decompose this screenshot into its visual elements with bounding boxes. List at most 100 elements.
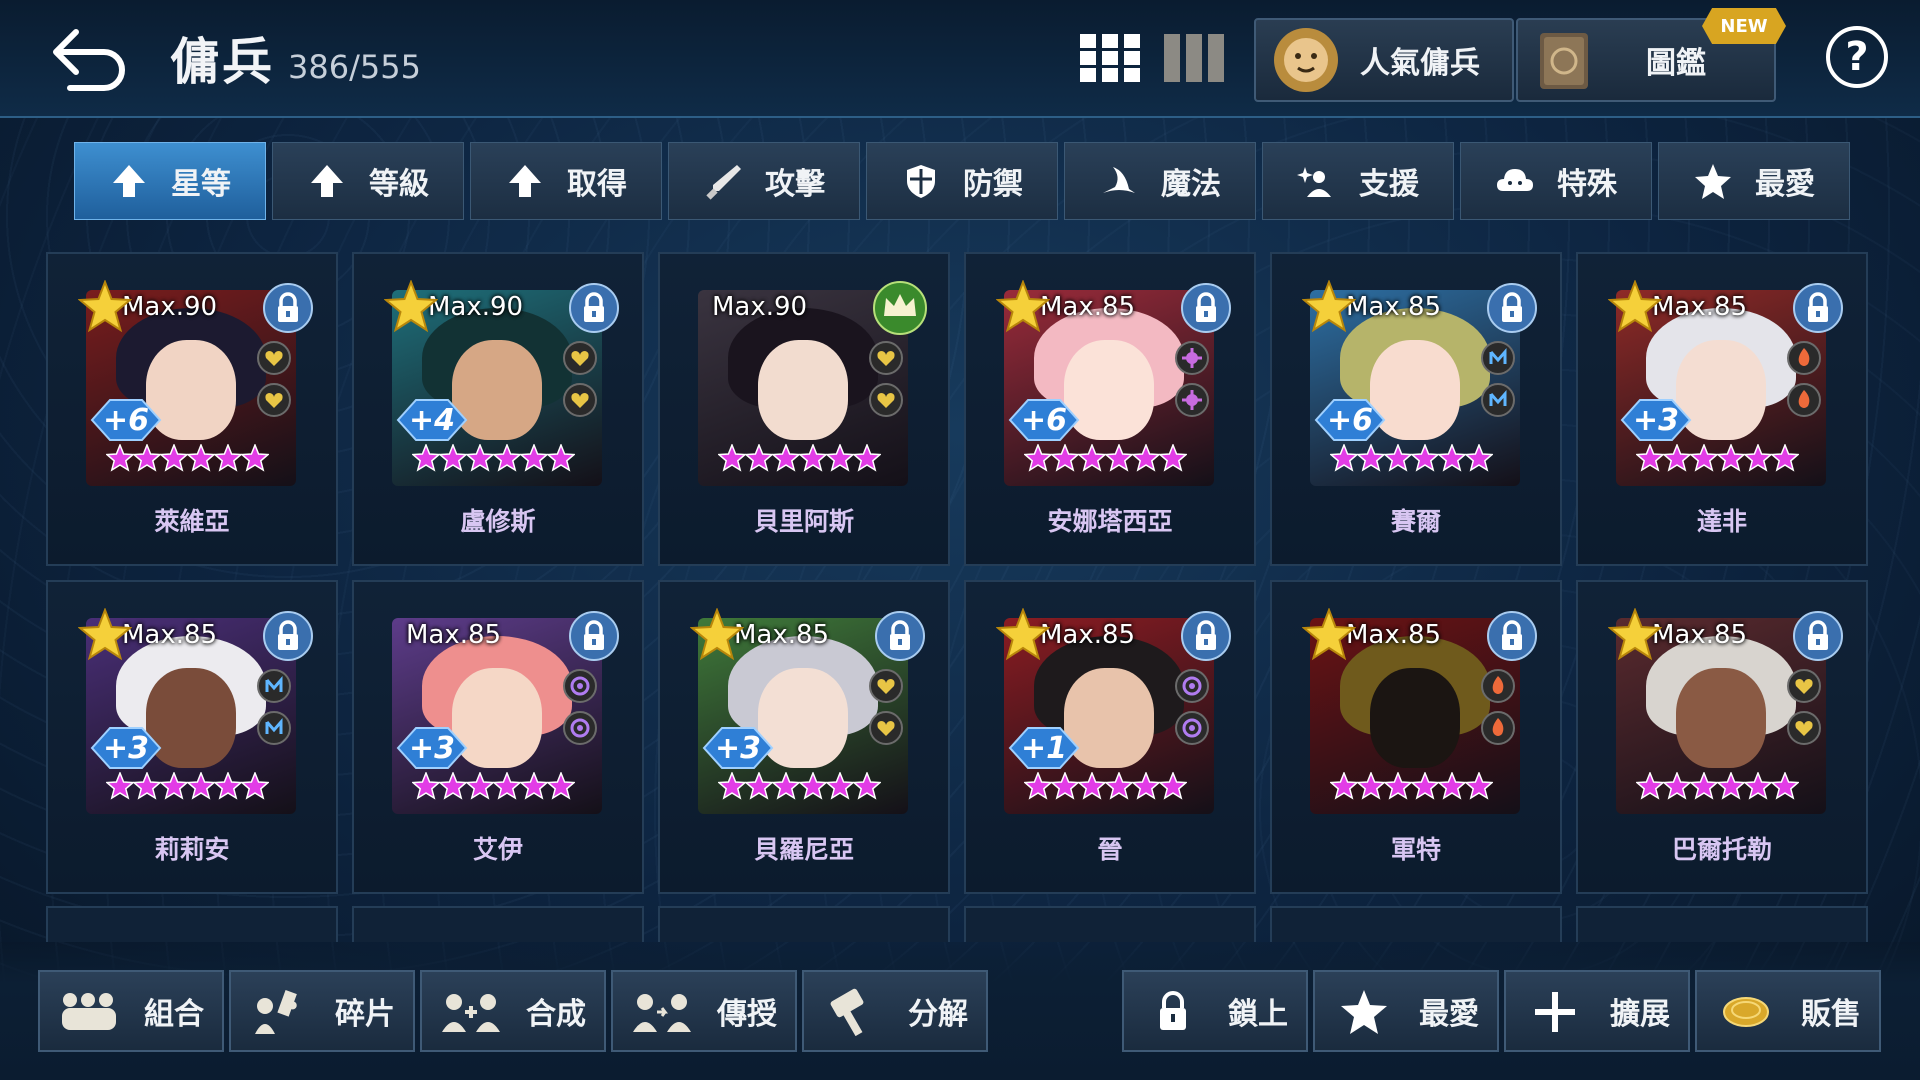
sort-tab-3[interactable]: 攻擊: [668, 142, 860, 220]
button-icon-wrap: [1524, 986, 1586, 1036]
mercenary-card[interactable]: Max.85 +1 晉: [964, 580, 1256, 894]
merge-icon: [442, 994, 500, 1032]
mercenary-card[interactable]: Max.85 巴爾托勒: [1576, 580, 1868, 894]
manage-button-2[interactable]: 擴展: [1504, 970, 1690, 1052]
sort-tab-7[interactable]: 特殊: [1460, 142, 1652, 220]
partial-card[interactable]: [658, 906, 950, 942]
enhance-plus-text: +6: [1326, 402, 1373, 438]
lock-icon: [1181, 611, 1231, 661]
sort-tab-1[interactable]: 等級: [272, 142, 464, 220]
button-icon-wrap: [1142, 986, 1204, 1036]
red-flame-gem-icon: [1787, 341, 1821, 375]
partial-card[interactable]: [1270, 906, 1562, 942]
red-flame-gem-icon: [1787, 383, 1821, 417]
enhance-plus-text: +1: [1020, 730, 1067, 766]
tab-icon-wrap: [307, 161, 347, 201]
button-icon-wrap: [440, 986, 502, 1036]
max-level-label: Max.85: [1652, 620, 1748, 650]
back-button[interactable]: [46, 22, 136, 92]
rank-star-icon: [106, 444, 134, 472]
mercenary-card[interactable]: Max.85 +3 貝羅尼亞: [658, 580, 950, 894]
tab-icon-wrap: [1099, 161, 1139, 201]
partial-card[interactable]: [46, 906, 338, 942]
action-button-4[interactable]: 分解: [802, 970, 988, 1052]
popular-mercenary-button[interactable]: 人氣傭兵: [1254, 18, 1514, 102]
crown-icon: [873, 281, 927, 335]
star-rank: [412, 444, 582, 482]
column-view-icon: [1164, 34, 1224, 82]
mercenary-card[interactable]: Max.90 貝里阿斯: [658, 252, 950, 566]
action-button-label: 碎片: [335, 997, 395, 1032]
rank-star-icon: [1465, 444, 1493, 472]
coin-icon: [1723, 997, 1769, 1027]
sort-tab-8[interactable]: 最愛: [1658, 142, 1850, 220]
codex-label: 圖鑑: [1646, 46, 1706, 81]
sort-tab-4[interactable]: 防禦: [866, 142, 1058, 220]
arrow-up-icon: [113, 165, 145, 197]
enhance-plus-badge: +1: [1008, 726, 1080, 770]
action-button-label: 傳授: [717, 997, 777, 1032]
sort-tab-6[interactable]: 支援: [1262, 142, 1454, 220]
manage-button-0[interactable]: 鎖上: [1122, 970, 1308, 1052]
mercenary-card[interactable]: Max.85 +6 安娜塔西亞: [964, 252, 1256, 566]
grid-view-button[interactable]: [1078, 32, 1142, 84]
rank-star-icon: [1690, 772, 1718, 800]
rank-star-icon: [1330, 772, 1358, 800]
star-rank: [412, 772, 582, 810]
action-button-3[interactable]: 傳授: [611, 970, 797, 1052]
partial-card[interactable]: [964, 906, 1256, 942]
mercenary-name: 安娜塔西亞: [1047, 507, 1173, 536]
action-button-2[interactable]: 合成: [420, 970, 606, 1052]
lock-icon: [263, 611, 313, 661]
sort-tab-5[interactable]: 魔法: [1064, 142, 1256, 220]
mercenary-name: 賽爾: [1390, 507, 1441, 536]
gold-star-icon: [996, 280, 1050, 333]
mercenary-card[interactable]: Max.85 +3 莉莉安: [46, 580, 338, 894]
button-icon-wrap: [249, 986, 311, 1036]
gold-heart-gem-icon: [869, 341, 903, 375]
action-button-0[interactable]: 組合: [38, 970, 224, 1052]
mercenary-card[interactable]: Max.90 +6 萊維亞: [46, 252, 338, 566]
star-rank: [106, 444, 276, 482]
gold-heart-gem-icon: [869, 711, 903, 745]
sort-tab-label: 防禦: [963, 167, 1023, 202]
new-badge: NEW: [1702, 8, 1786, 44]
sort-tab-label: 等級: [369, 167, 429, 202]
manage-button-label: 最愛: [1419, 997, 1479, 1032]
partial-card[interactable]: [1576, 906, 1868, 942]
rank-star-icon: [466, 444, 494, 472]
hammer-icon: [830, 988, 864, 1036]
gold-star-icon: [996, 608, 1050, 661]
action-button-label: 合成: [526, 997, 586, 1032]
purple-orb-gem-icon: [1175, 711, 1209, 745]
mercenary-card[interactable]: Max.85 +3 艾伊: [352, 580, 644, 894]
mercenary-card[interactable]: Max.85 +3 達非: [1576, 252, 1868, 566]
arrow-up-icon: [509, 165, 541, 197]
mercenary-card[interactable]: Max.90 +4 盧修斯: [352, 252, 644, 566]
tab-icon-wrap: [505, 161, 545, 201]
rank-star-icon: [799, 772, 827, 800]
manage-button-3[interactable]: 販售: [1695, 970, 1881, 1052]
partial-card[interactable]: [352, 906, 644, 942]
rank-star-icon: [1771, 444, 1799, 472]
rank-star-icon: [412, 772, 440, 800]
star-rank: [1636, 444, 1806, 482]
sort-tab-2[interactable]: 取得: [470, 142, 662, 220]
manage-button-1[interactable]: 最愛: [1313, 970, 1499, 1052]
blue-rune-gem-icon: [1481, 383, 1515, 417]
action-button-1[interactable]: 碎片: [229, 970, 415, 1052]
column-view-button[interactable]: [1162, 32, 1226, 84]
arrow-up-icon: [311, 165, 343, 197]
rank-star-icon: [1159, 772, 1187, 800]
gold-heart-gem-icon: [257, 341, 291, 375]
star-rank: [1024, 772, 1194, 810]
mercenary-card[interactable]: Max.85 軍特: [1270, 580, 1562, 894]
button-icon-wrap: [822, 986, 884, 1036]
portrait-face: [758, 340, 848, 440]
rank-star-icon: [1051, 772, 1079, 800]
sort-tab-0[interactable]: 星等: [74, 142, 266, 220]
enhance-plus-text: +3: [1632, 402, 1679, 438]
help-button[interactable]: ?: [1826, 26, 1888, 88]
enhance-plus-text: +6: [102, 402, 149, 438]
mercenary-card[interactable]: Max.85 +6 賽爾: [1270, 252, 1562, 566]
